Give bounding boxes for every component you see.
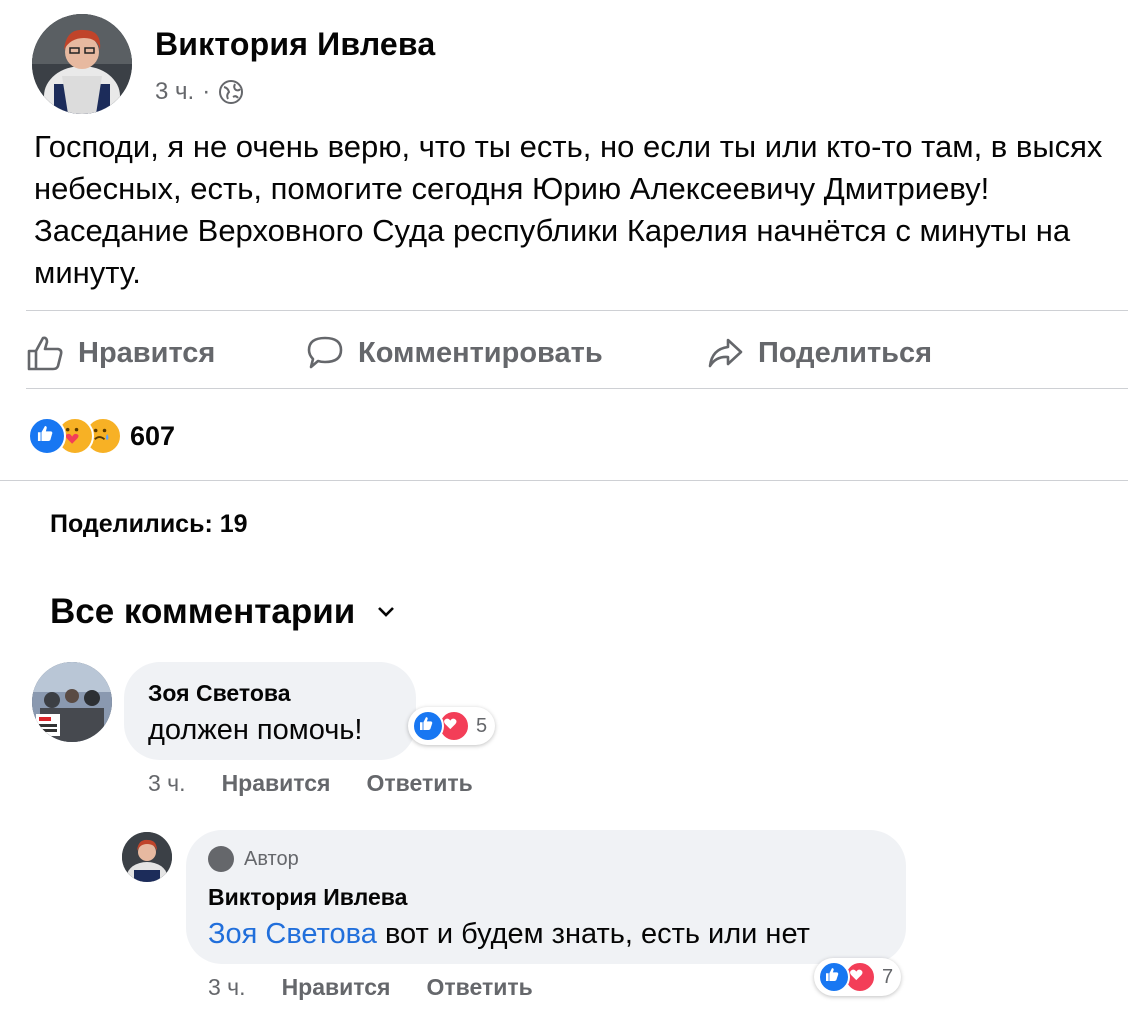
reply-author[interactable]: Виктория Ивлева (208, 884, 407, 911)
all-comments-label: Все комментарии (50, 592, 356, 631)
share-label: Поделиться (758, 336, 933, 369)
reply-meta: 3 ч. Нравится Ответить (208, 974, 533, 1001)
reactions-count: 607 (130, 420, 176, 451)
comment-icon (307, 336, 343, 369)
post-time[interactable]: 3 ч. (155, 78, 194, 106)
author-avatar[interactable] (32, 14, 132, 114)
comment-text: должен помочь! (148, 714, 363, 746)
reactions-summary[interactable]: 607 (28, 416, 175, 456)
like-button[interactable]: Нравится (26, 330, 215, 376)
author-badge-icon (208, 846, 234, 872)
shares-count[interactable]: Поделились: 19 (50, 510, 248, 539)
chevron-down-icon (378, 607, 395, 617)
divider (0, 480, 1128, 481)
comment-reactions-count: 5 (476, 714, 488, 737)
comment-author[interactable]: Зоя Светова (148, 680, 291, 707)
like-reaction-icon (412, 710, 444, 742)
reply-reply-link[interactable]: Ответить (426, 974, 532, 1001)
comment-button[interactable]: Комментировать (306, 330, 603, 376)
like-label: Нравится (78, 336, 216, 369)
reply-text: Зоя Светова вот и будем знать, есть или … (208, 918, 810, 951)
comment-like-link[interactable]: Нравится (222, 770, 331, 797)
share-button[interactable]: Поделиться (706, 330, 932, 376)
commenter-avatar[interactable] (32, 662, 112, 742)
reply-time[interactable]: 3 ч. (208, 974, 246, 1001)
divider (26, 388, 1128, 389)
thumbs-up-icon (27, 336, 63, 371)
reply-text-body: вот и будем знать, есть или нет (376, 918, 810, 950)
like-reaction-icon (28, 417, 66, 455)
all-comments-filter[interactable]: Все комментарии (50, 592, 397, 632)
post-author-name[interactable]: Виктория Ивлева (155, 26, 435, 63)
comment-reactions[interactable]: 5 (408, 707, 496, 745)
meta-separator: · (202, 78, 211, 105)
author-badge-label: Автор (244, 847, 299, 870)
post-text: Господи, я не очень верю, что ты есть, н… (34, 129, 1103, 290)
reply-reactions[interactable]: 7 (814, 958, 902, 996)
comment-label: Комментировать (358, 336, 603, 369)
reply-author-avatar[interactable] (122, 832, 172, 882)
author-badge: Автор (208, 846, 299, 872)
comment-reply-link[interactable]: Ответить (366, 770, 472, 797)
reply-like-link[interactable]: Нравится (282, 974, 391, 1001)
reply-mention-link[interactable]: Зоя Светова (208, 918, 377, 950)
divider (26, 310, 1128, 311)
share-arrow-icon (708, 338, 743, 368)
comment-time[interactable]: 3 ч. (148, 770, 186, 797)
globe-icon[interactable] (218, 79, 244, 105)
post-meta: 3 ч. · (155, 78, 244, 106)
comment-meta: 3 ч. Нравится Ответить (148, 770, 473, 797)
like-reaction-icon (818, 961, 850, 993)
reply-reactions-count: 7 (882, 965, 894, 988)
